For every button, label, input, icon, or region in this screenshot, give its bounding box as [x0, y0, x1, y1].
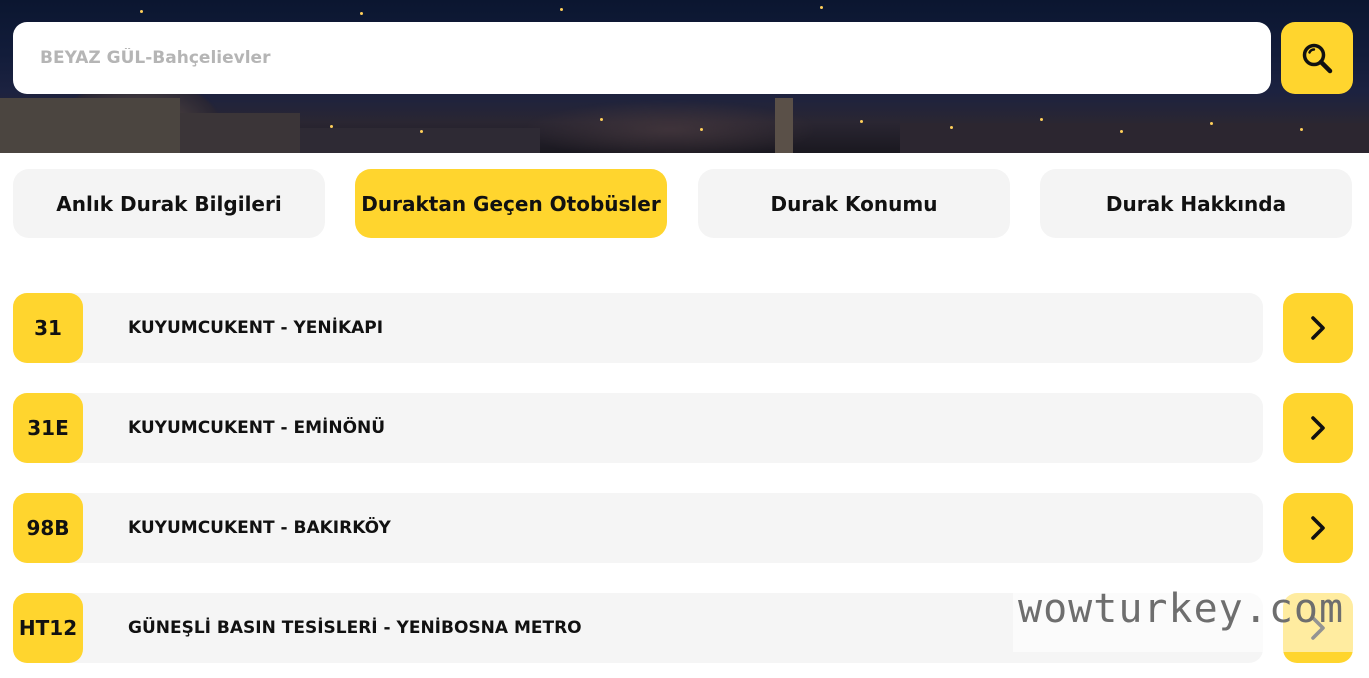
route-name: KUYUMCUKENT - YENİKAPI [128, 318, 384, 338]
route-details-button[interactable] [1283, 493, 1353, 563]
route-code-badge: 31 [13, 293, 83, 363]
route-name: GÜNEŞLİ BASIN TESİSLERİ - YENİBOSNA METR… [128, 618, 582, 638]
search-button[interactable] [1281, 22, 1353, 94]
search-input[interactable] [13, 22, 1271, 94]
route-code-badge: 31E [13, 393, 83, 463]
watermark-text: wowturkey.com [1018, 586, 1345, 632]
route-details-button[interactable] [1283, 293, 1353, 363]
tab-duraktan-gecen-otobusler[interactable]: Duraktan Geçen Otobüsler [355, 169, 667, 238]
route-details-button[interactable] [1283, 393, 1353, 463]
route-code-badge: HT12 [13, 593, 83, 663]
tab-anlik-durak-bilgileri[interactable]: Anlık Durak Bilgileri [13, 169, 325, 238]
route-name: KUYUMCUKENT - EMİNÖNÜ [128, 418, 386, 438]
route-row[interactable]: 98B KUYUMCUKENT - BAKIRKÖY [13, 493, 1263, 563]
route-row[interactable]: 31E KUYUMCUKENT - EMİNÖNÜ [13, 393, 1263, 463]
chevron-right-icon [1311, 516, 1325, 540]
route-code-badge: 98B [13, 493, 83, 563]
tab-durak-hakkinda[interactable]: Durak Hakkında [1040, 169, 1352, 238]
search-icon [1302, 43, 1333, 74]
chevron-right-icon [1311, 416, 1325, 440]
tab-durak-konumu[interactable]: Durak Konumu [698, 169, 1010, 238]
route-row[interactable]: 31 KUYUMCUKENT - YENİKAPI [13, 293, 1263, 363]
route-name: KUYUMCUKENT - BAKIRKÖY [128, 518, 391, 538]
chevron-right-icon [1311, 316, 1325, 340]
